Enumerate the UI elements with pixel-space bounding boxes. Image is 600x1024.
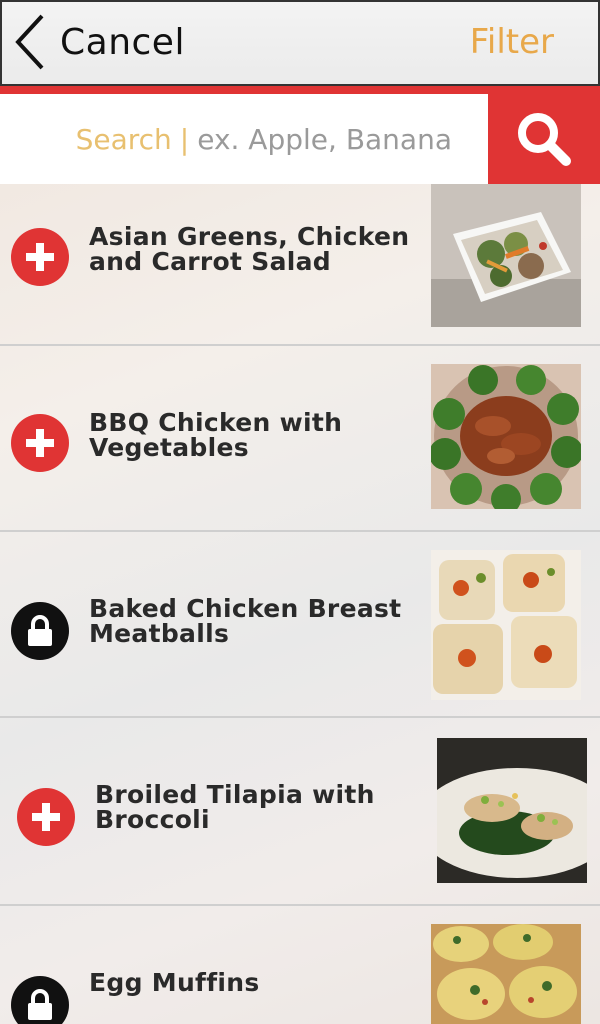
recipe-title: Broiled Tilapia with Broccoli <box>95 782 375 832</box>
locked-badge <box>11 602 69 660</box>
header-divider <box>0 86 600 94</box>
list-item[interactable]: Egg Muffins <box>0 906 600 1024</box>
top-nav-bar: Cancel Filter <box>0 0 600 86</box>
recipe-title: Baked Chicken Breast Meatballs <box>89 596 401 646</box>
cancel-label: Cancel <box>60 21 185 63</box>
recipe-title-line: Baked Chicken Breast <box>89 594 402 623</box>
recipe-title-line: and Carrot Salad <box>89 247 331 276</box>
chevron-left-icon <box>15 14 44 70</box>
recipe-title-line: Broiled Tilapia with <box>95 780 375 809</box>
recipe-title-line: Asian Greens, Chicken <box>89 222 410 251</box>
recipe-title-line: Egg Muffins <box>89 968 260 997</box>
search-bar: Search | ex. Apple, Banana <box>0 94 600 184</box>
plus-icon <box>26 243 54 271</box>
list-item[interactable]: BBQ Chicken with Vegetables <box>0 346 600 532</box>
search-placeholder: ex. Apple, Banana <box>197 122 452 156</box>
plus-icon <box>26 429 54 457</box>
lock-icon <box>28 615 52 646</box>
search-separator: | <box>179 122 190 156</box>
filter-button[interactable]: Filter <box>470 22 554 62</box>
locked-badge <box>11 976 69 1024</box>
egg-muffins-thumbnail <box>431 924 581 1024</box>
add-button[interactable] <box>11 228 69 286</box>
recipe-title: Asian Greens, Chicken and Carrot Salad <box>89 224 409 274</box>
list-item[interactable]: Asian Greens, Chicken and Carrot Salad <box>0 184 600 346</box>
search-label: Search <box>75 122 172 156</box>
add-button[interactable] <box>11 414 69 472</box>
meatballs-thumbnail <box>431 550 581 700</box>
plus-icon <box>32 803 60 831</box>
recipe-title-line: Vegetables <box>89 433 249 462</box>
bbq-chicken-thumbnail <box>431 364 581 509</box>
search-button[interactable] <box>488 94 600 184</box>
search-input[interactable]: Search | ex. Apple, Banana <box>0 94 488 184</box>
salad-thumbnail <box>431 184 581 327</box>
add-button[interactable] <box>17 788 75 846</box>
tilapia-thumbnail <box>437 738 587 883</box>
recipe-title: BBQ Chicken with Vegetables <box>89 410 342 460</box>
list-item[interactable]: Broiled Tilapia with Broccoli <box>0 718 600 906</box>
recipe-title-line: Broccoli <box>95 805 210 834</box>
recipe-title-line: Meatballs <box>89 619 230 648</box>
recipe-title: Egg Muffins <box>89 970 260 995</box>
search-icon <box>518 113 571 166</box>
recipe-title-line: BBQ Chicken with <box>89 408 343 437</box>
list-item[interactable]: Baked Chicken Breast Meatballs <box>0 532 600 718</box>
cancel-button[interactable]: Cancel <box>12 10 185 74</box>
lock-icon <box>28 989 52 1020</box>
